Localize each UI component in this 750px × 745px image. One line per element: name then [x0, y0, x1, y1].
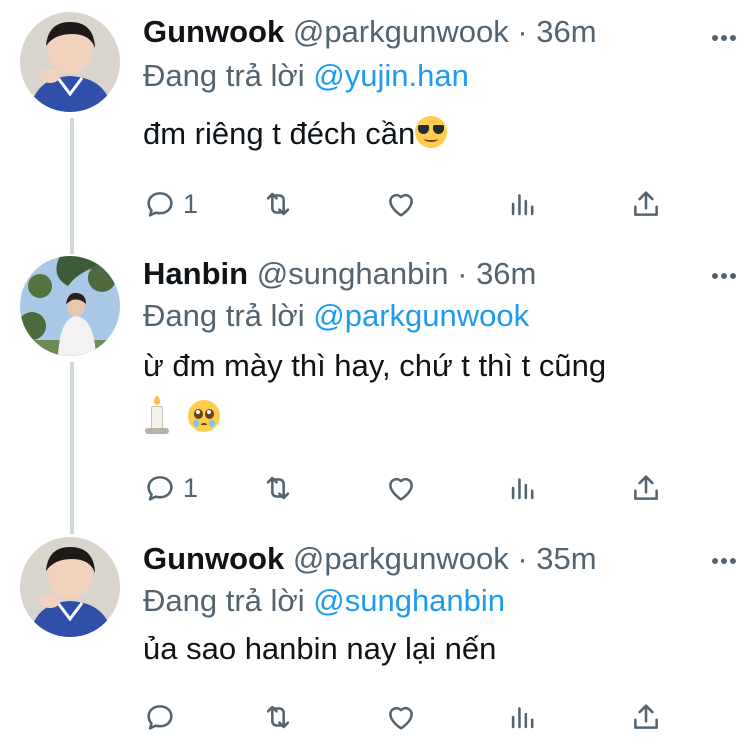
- display-name[interactable]: Gunwook: [143, 541, 284, 576]
- reply-to: Đang trả lời @parkgunwook: [143, 296, 730, 336]
- tweet-header: Gunwook @parkgunwook · 36m: [143, 12, 730, 52]
- display-name[interactable]: Hanbin: [143, 256, 248, 291]
- avatar[interactable]: [20, 12, 120, 112]
- reply-button[interactable]: 1: [143, 468, 198, 508]
- avatar[interactable]: [20, 256, 120, 356]
- tweet-header: Hanbin @sunghanbin · 36m: [143, 254, 730, 294]
- pleading-face-emoji-icon: [187, 400, 220, 432]
- timestamp[interactable]: 36m: [476, 256, 536, 291]
- tweet-text: ừ đm mày thì hay, chứ t thì t cũng: [143, 342, 730, 442]
- reply-icon: [147, 705, 173, 730]
- like-icon: [389, 706, 413, 730]
- stats-icon: [511, 194, 534, 216]
- more-options-icon[interactable]: [708, 26, 740, 50]
- reply-to: Đang trả lời @yujin.han: [143, 56, 730, 96]
- tweet-text-content: ừ đm mày thì hay, chứ t thì t cũng: [143, 348, 607, 383]
- more-options-icon[interactable]: [708, 264, 740, 288]
- separator: ·: [457, 256, 468, 291]
- share-button[interactable]: [629, 184, 663, 224]
- like-button[interactable]: [384, 697, 418, 737]
- share-button[interactable]: [629, 468, 663, 508]
- like-button[interactable]: [384, 468, 418, 508]
- retweet-button[interactable]: [261, 468, 295, 508]
- timestamp[interactable]: 35m: [536, 541, 596, 576]
- reply-button[interactable]: [143, 697, 183, 737]
- tweet-text-content: ủa sao hanbin nay lại nến: [143, 631, 497, 666]
- retweet-icon: [266, 705, 290, 729]
- reply-prefix: Đang trả lời: [143, 58, 305, 93]
- user-handle[interactable]: @parkgunwook: [293, 14, 509, 49]
- stats-button[interactable]: [506, 697, 540, 737]
- tweet[interactable]: Hanbin @sunghanbin · 36m Đang trả lời @p…: [0, 240, 750, 520]
- timestamp[interactable]: 36m: [536, 14, 596, 49]
- reply-prefix: Đang trả lời: [143, 583, 305, 618]
- tweet-text: đm riêng t đéch cần: [143, 110, 730, 158]
- reply-count: 1: [183, 188, 199, 219]
- tweet[interactable]: Gunwook @parkgunwook · 35m Đang trả lời …: [0, 525, 750, 745]
- reply-prefix: Đang trả lời: [143, 298, 305, 333]
- retweet-button[interactable]: [261, 184, 295, 224]
- tweet-header: Gunwook @parkgunwook · 35m: [143, 539, 730, 579]
- reply-button[interactable]: 1: [143, 184, 198, 224]
- emoji-line: [143, 390, 730, 442]
- display-name[interactable]: Gunwook: [143, 14, 284, 49]
- reply-mention-link[interactable]: @sunghanbin: [313, 583, 505, 618]
- tweet-text: ủa sao hanbin nay lại nến: [143, 625, 730, 673]
- share-icon: [634, 475, 658, 500]
- share-button[interactable]: [629, 697, 663, 737]
- reply-to: Đang trả lời @sunghanbin: [143, 581, 730, 621]
- reply-icon: [147, 476, 173, 501]
- user-handle[interactable]: @parkgunwook: [293, 541, 509, 576]
- sunglasses-emoji-icon: [415, 116, 448, 148]
- retweet-icon: [266, 476, 290, 500]
- tweet-actions: 1: [143, 468, 683, 508]
- tweet[interactable]: Gunwook @parkgunwook · 36m Đang trả lời …: [0, 0, 750, 240]
- retweet-button[interactable]: [261, 697, 295, 737]
- reply-mention-link[interactable]: @parkgunwook: [313, 298, 529, 333]
- more-options-icon[interactable]: [708, 549, 740, 573]
- tweet-actions: 1: [143, 184, 683, 224]
- share-icon: [634, 704, 658, 729]
- like-icon: [389, 193, 413, 217]
- avatar[interactable]: [20, 537, 120, 637]
- stats-button[interactable]: [506, 184, 540, 224]
- tweet-actions: [143, 697, 683, 737]
- separator: ·: [517, 14, 528, 49]
- tweet-thread: Gunwook @parkgunwook · 36m Đang trả lời …: [0, 0, 750, 745]
- like-icon: [389, 477, 413, 501]
- reply-icon: [147, 192, 173, 217]
- candle-emoji-icon: [143, 394, 169, 434]
- share-icon: [634, 191, 658, 216]
- user-handle[interactable]: @sunghanbin: [257, 256, 449, 291]
- separator: ·: [517, 541, 528, 576]
- reply-mention-link[interactable]: @yujin.han: [313, 58, 469, 93]
- like-button[interactable]: [384, 184, 418, 224]
- stats-button[interactable]: [506, 468, 540, 508]
- stats-icon: [511, 478, 534, 500]
- tweet-text-content: đm riêng t đéch cần: [143, 116, 416, 151]
- reply-count: 1: [183, 472, 199, 503]
- retweet-icon: [266, 192, 290, 216]
- stats-icon: [511, 707, 534, 729]
